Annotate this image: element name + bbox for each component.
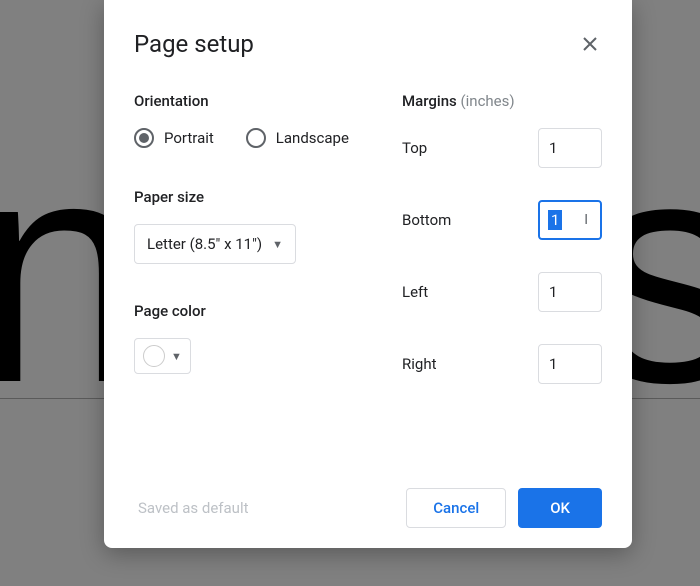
dialog-footer: Saved as default Cancel OK [134,468,602,528]
dialog-body: Orientation Portrait Landscape Paper siz… [134,92,602,468]
page-setup-dialog: Page setup Orientation Portrait Landscap… [104,0,632,548]
margin-right-input[interactable] [538,344,602,384]
margin-right-row: Right [402,344,602,384]
margin-top-input[interactable] [538,128,602,168]
cancel-button[interactable]: Cancel [406,488,506,528]
right-column: Margins (inches) Top Bottom 1 I Left [402,92,602,468]
orientation-label: Orientation [134,92,362,110]
margin-bottom-row: Bottom 1 I [402,200,602,240]
color-swatch [143,345,165,367]
ok-button[interactable]: OK [518,488,602,528]
margin-right-label: Right [402,355,436,373]
margin-left-row: Left [402,272,602,312]
chevron-down-icon: ▼ [171,350,182,363]
orientation-landscape[interactable]: Landscape [246,128,349,148]
paper-size-label: Paper size [134,188,362,206]
margin-bottom-label: Bottom [402,211,451,229]
margin-left-input[interactable] [538,272,602,312]
portrait-label: Portrait [164,129,214,147]
page-color-label: Page color [134,302,362,320]
dialog-header: Page setup [134,30,602,58]
orientation-portrait[interactable]: Portrait [134,128,214,148]
paper-size-value: Letter (8.5" x 11") [147,235,262,253]
close-icon[interactable] [578,32,602,56]
left-column: Orientation Portrait Landscape Paper siz… [134,92,362,468]
footer-buttons: Cancel OK [406,488,602,528]
margin-left-label: Left [402,283,428,301]
margin-top-label: Top [402,139,427,157]
margins-label: Margins (inches) [402,92,602,110]
text-cursor-icon: I [584,212,588,228]
paper-size-dropdown[interactable]: Letter (8.5" x 11") ▼ [134,224,296,264]
landscape-label: Landscape [276,129,349,147]
orientation-radio-group: Portrait Landscape [134,128,362,148]
radio-icon [246,128,266,148]
selected-text: 1 [548,210,562,230]
margin-top-row: Top [402,128,602,168]
chevron-down-icon: ▼ [272,238,283,251]
saved-as-default[interactable]: Saved as default [134,489,253,527]
radio-icon [134,128,154,148]
margins-unit: (inches) [461,92,515,110]
dialog-title: Page setup [134,30,254,58]
page-color-picker[interactable]: ▼ [134,338,191,374]
margin-bottom-input-wrap[interactable]: 1 I [538,200,602,240]
